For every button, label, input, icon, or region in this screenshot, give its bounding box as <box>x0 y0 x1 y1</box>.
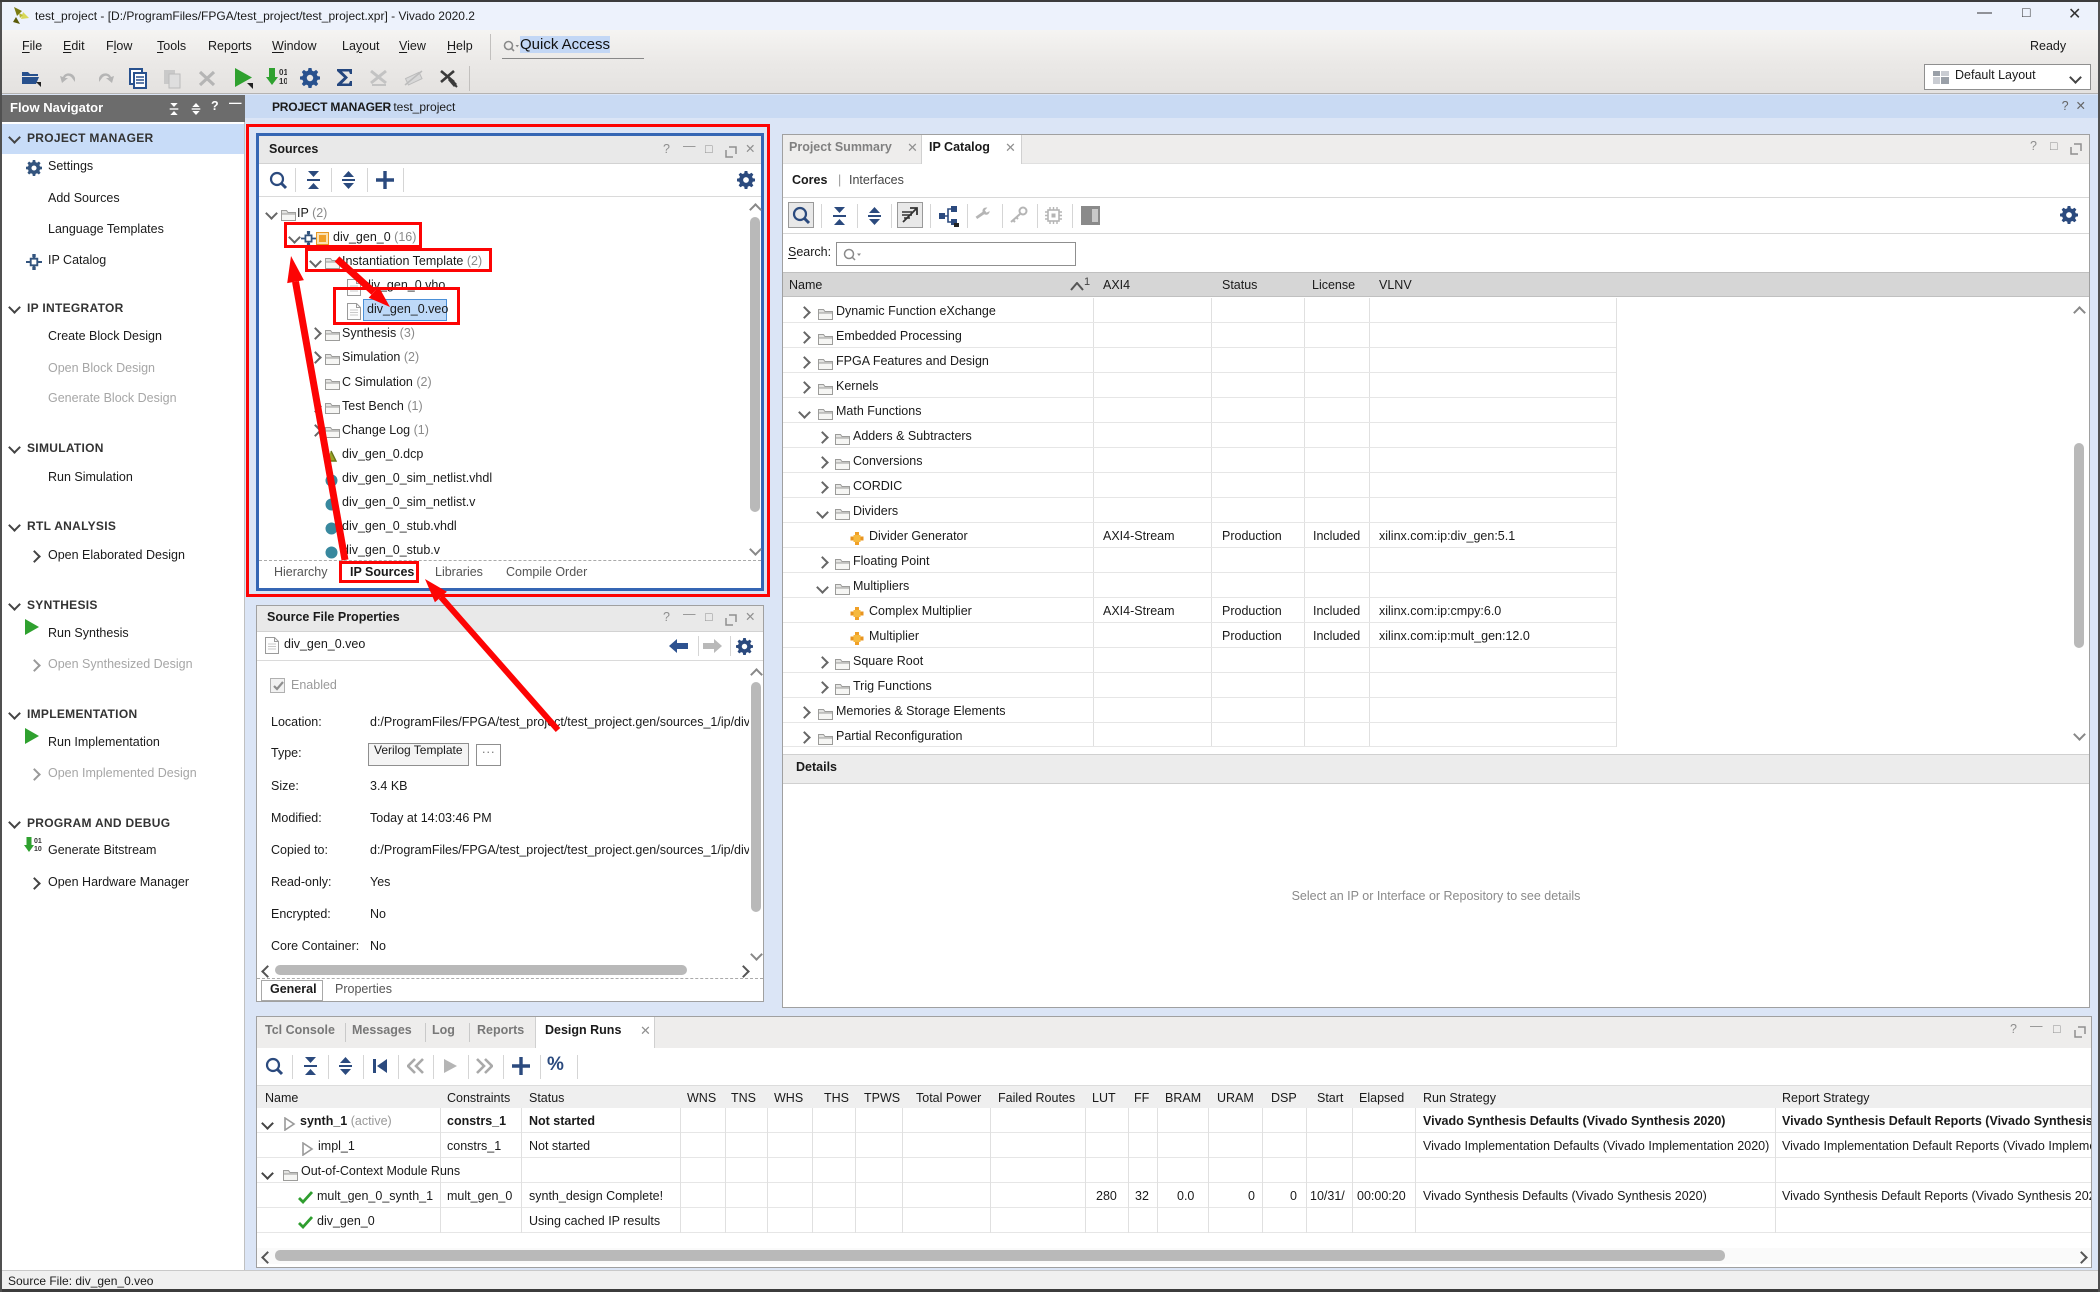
svg-text:01: 01 <box>279 68 287 77</box>
svg-text:10: 10 <box>34 846 42 853</box>
svg-text:10: 10 <box>279 77 287 86</box>
svg-text:01: 01 <box>34 838 42 845</box>
